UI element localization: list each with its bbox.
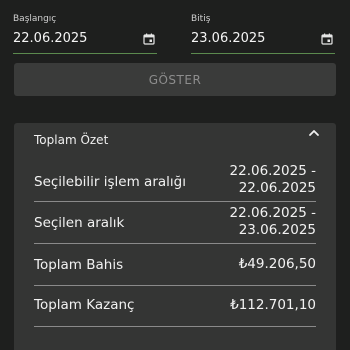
end-date-value: 23.06.2025	[191, 31, 266, 46]
summary-row-value: ₺49.206,50	[238, 256, 316, 272]
end-date-label: Bitiş	[191, 14, 211, 24]
value-line-2: 23.06.2025	[238, 222, 316, 238]
show-button[interactable]: GÖSTER	[14, 63, 336, 96]
start-date-value: 22.06.2025	[13, 31, 88, 46]
summary-title: Toplam Özet	[34, 133, 109, 147]
start-date-input[interactable]: 22.06.2025	[13, 29, 157, 54]
summary-row-label: Seçilen aralık	[34, 215, 125, 231]
summary-row-selectable-range: Seçilebilir işlem aralığı 22.06.2025 - 2…	[34, 159, 316, 202]
summary-row-value: 22.06.2025 - 22.06.2025	[230, 163, 316, 197]
calendar-icon[interactable]	[143, 33, 155, 45]
summary-row-selected-range: Seçilen aralık 22.06.2025 - 23.06.2025	[34, 202, 316, 244]
summary-row-total-bet: Toplam Bahis ₺49.206,50	[34, 244, 316, 286]
value-line-1: 22.06.2025 -	[229, 163, 316, 179]
summary-row-value: ₺112.701,10	[230, 297, 316, 313]
summary-panel: Toplam Özet Seçilebilir işlem aralığı 22…	[14, 123, 336, 350]
value-line-1: 22.06.2025 -	[229, 205, 316, 221]
end-date-input[interactable]: 23.06.2025	[191, 29, 335, 54]
summary-row-total-win: Toplam Kazanç ₺112.701,10	[34, 286, 316, 327]
start-date-field[interactable]: Başlangıç 22.06.2025	[13, 14, 157, 54]
chevron-up-icon[interactable]	[308, 127, 320, 139]
summary-row-value: 22.06.2025 - 23.06.2025	[230, 205, 316, 239]
start-date-label: Başlangıç	[13, 14, 57, 24]
calendar-icon[interactable]	[321, 33, 333, 45]
page: Başlangıç 22.06.2025 Bitiş 23.06.2025 GÖ…	[0, 0, 350, 350]
value-line-2: 22.06.2025	[238, 180, 316, 196]
summary-row-label: Seçilebilir işlem aralığı	[34, 174, 186, 190]
summary-row-label: Toplam Bahis	[34, 257, 124, 273]
summary-row-label: Toplam Kazanç	[34, 297, 135, 313]
end-date-field[interactable]: Bitiş 23.06.2025	[191, 14, 335, 54]
